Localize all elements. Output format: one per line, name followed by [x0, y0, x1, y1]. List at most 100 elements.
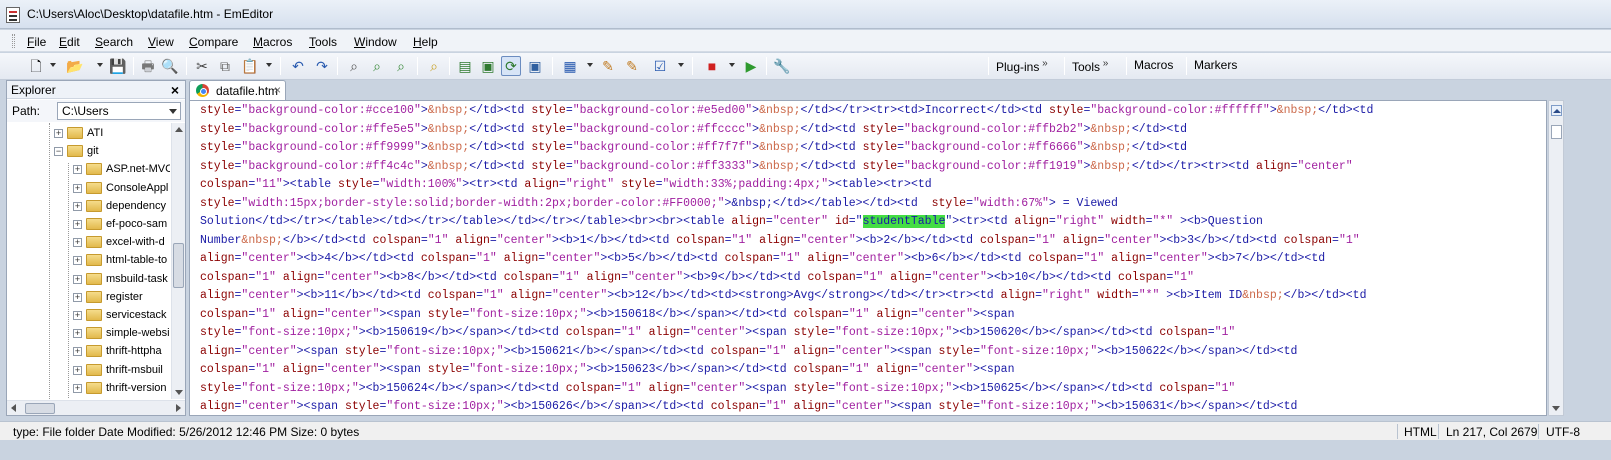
status-mode[interactable]: HTML — [1404, 425, 1437, 439]
chevron-icon[interactable]: » — [1100, 58, 1109, 69]
tree-item[interactable]: + ASP.net-MVC — [7, 161, 170, 179]
scroll-down-icon[interactable] — [1552, 406, 1560, 411]
expand-icon[interactable]: + — [73, 256, 82, 266]
menu-macros[interactable]: Macros — [253, 35, 292, 49]
tree-horizontal-scrollbar[interactable] — [7, 400, 185, 415]
highlight-icon[interactable]: ⌕ — [424, 56, 444, 76]
refresh-icon[interactable]: ⟳ — [501, 56, 521, 76]
close-icon[interactable]: × — [171, 82, 179, 98]
tools-toolbar-label[interactable]: Tools » — [1072, 58, 1108, 74]
menu-compare[interactable]: Compare — [189, 35, 238, 49]
expand-icon[interactable]: + — [73, 274, 82, 284]
new-dropdown-icon[interactable] — [50, 63, 56, 67]
record-dropdown-icon[interactable] — [729, 63, 735, 67]
tree-item[interactable]: + thrift-msbuil — [7, 362, 170, 380]
macros-toolbar-label[interactable]: Macros — [1134, 58, 1173, 72]
code-line[interactable]: colspan="1" align="center"><b>8</b></td>… — [200, 269, 1373, 288]
code-line[interactable]: style="font-size:10px;"><b>150624</b></s… — [200, 380, 1373, 399]
expand-icon[interactable]: + — [73, 183, 82, 193]
print-icon[interactable]: 🖶 — [138, 56, 158, 76]
stop-record-icon[interactable]: ■ — [702, 56, 722, 76]
tree-item[interactable]: + msbuild-task — [7, 271, 170, 289]
expand-icon[interactable]: + — [73, 220, 82, 229]
split-window-icon[interactable]: ▤ — [455, 56, 475, 76]
tree-item[interactable]: + ConsoleAppl — [7, 180, 170, 198]
path-select[interactable]: C:\Users — [57, 102, 181, 120]
tab-datafile[interactable]: datafile.htm × — [189, 80, 286, 100]
sync-scroll-icon[interactable]: ▣ — [525, 56, 545, 76]
editor-vertical-scrollbar[interactable] — [1548, 100, 1564, 416]
find-prev-icon[interactable]: ⌕ — [391, 56, 411, 76]
code-line[interactable]: align="center"><b>11</b></td><td colspan… — [200, 287, 1373, 306]
menu-grip[interactable] — [12, 34, 15, 48]
macro-menu-icon[interactable]: ▦ — [560, 56, 580, 76]
expand-icon[interactable]: + — [54, 129, 63, 138]
menu-search[interactable]: Search — [95, 35, 133, 49]
scroll-thumb[interactable] — [173, 243, 184, 288]
code-line[interactable]: Number&nbsp;</b></td><td colspan="1" ali… — [200, 232, 1373, 251]
code-line[interactable]: style="background-color:#cce100">&nbsp;<… — [200, 102, 1373, 121]
menu-file[interactable]: File — [27, 35, 46, 49]
expand-icon[interactable]: + — [73, 329, 82, 339]
scroll-thumb[interactable] — [25, 403, 55, 414]
code-line[interactable]: style="background-color:#ff4c4c">&nbsp;<… — [200, 158, 1373, 177]
tree-item[interactable]: + thrift-httpha — [7, 343, 170, 361]
tree-item[interactable]: + excel-with-d — [7, 234, 170, 252]
menu-help[interactable]: Help — [413, 35, 438, 49]
copy-icon[interactable]: ⧉ — [215, 56, 235, 76]
tree-item[interactable]: + ef-poco-sam — [7, 216, 170, 234]
chevron-down-icon[interactable] — [169, 109, 177, 114]
undo-icon[interactable]: ↶ — [288, 56, 308, 76]
expand-icon[interactable]: + — [73, 347, 82, 357]
tree-item[interactable]: + ATI — [7, 125, 170, 143]
scroll-left-icon[interactable] — [11, 404, 16, 412]
code-line[interactable]: style="width:15px;border-style:solid;bor… — [200, 195, 1373, 214]
markers-toolbar-label[interactable]: Markers — [1194, 58, 1237, 72]
code-line[interactable]: style="background-color:#ffe5e5">&nbsp;<… — [200, 121, 1373, 140]
paste-dropdown-icon[interactable] — [266, 63, 272, 67]
status-encoding[interactable]: UTF-8 — [1546, 425, 1580, 439]
code-line[interactable]: colspan="11"><table style="width:100%"><… — [200, 176, 1373, 195]
code-line[interactable]: align="center"><span style="font-size:10… — [200, 398, 1373, 415]
code-text[interactable]: style="background-color:#cce100">&nbsp;<… — [200, 102, 1373, 415]
scroll-right-icon[interactable] — [176, 404, 181, 412]
tree-item[interactable]: + register — [7, 289, 170, 307]
run-macro-icon[interactable]: ▶ — [741, 56, 761, 76]
expand-icon[interactable]: + — [73, 165, 82, 175]
code-line[interactable]: style="font-size:10px;"><b>150619</b></s… — [200, 324, 1373, 343]
expand-icon[interactable]: + — [73, 365, 82, 375]
open-icon[interactable]: 📂 — [65, 56, 85, 76]
code-line[interactable]: align="center"><span style="font-size:10… — [200, 343, 1373, 362]
tree-item[interactable]: + servicestack — [7, 307, 170, 325]
tree-item[interactable]: + simple-websi — [7, 325, 170, 343]
expand-icon[interactable]: + — [73, 383, 82, 393]
expand-icon[interactable]: + — [73, 238, 82, 248]
tree-vertical-scrollbar[interactable] — [171, 123, 185, 399]
menu-view[interactable]: View — [148, 35, 174, 49]
tree-item[interactable]: + thrift-version — [7, 380, 170, 398]
plugins-toolbar-label[interactable]: Plug-ins » — [996, 58, 1048, 74]
paste-icon[interactable]: 📋 — [240, 56, 260, 76]
emeditor-app-icon[interactable] — [6, 7, 20, 23]
close-tab-icon[interactable]: × — [274, 83, 281, 97]
chevron-icon[interactable]: » — [1039, 58, 1048, 69]
open-dropdown-icon[interactable] — [97, 63, 103, 67]
expand-icon[interactable]: + — [73, 201, 82, 211]
scroll-down-icon[interactable] — [175, 390, 183, 395]
tree-item[interactable]: + html-table-to — [7, 252, 170, 270]
status-position[interactable]: Ln 217, Col 2679 — [1446, 425, 1537, 439]
customize-icon[interactable]: ✎ — [622, 56, 642, 76]
code-line[interactable]: Solution</td></tr></table></td></tr></ta… — [200, 213, 1373, 232]
code-line[interactable]: colspan="1" align="center"><span style="… — [200, 361, 1373, 380]
scroll-up-icon[interactable] — [175, 127, 183, 132]
tools-menu-icon[interactable]: ☑ — [650, 56, 670, 76]
macro-dropdown-icon[interactable] — [587, 63, 593, 67]
code-line[interactable]: align="center"><b>4</b></td><td colspan=… — [200, 250, 1373, 269]
tree-item[interactable]: +git old — [7, 398, 170, 399]
expand-icon[interactable]: + — [73, 292, 82, 302]
collapse-icon[interactable]: − — [54, 147, 63, 157]
code-line[interactable]: colspan="1" align="center"><span style="… — [200, 306, 1373, 325]
code-line[interactable]: style="background-color:#ff9999">&nbsp;<… — [200, 139, 1373, 158]
tree-item[interactable]: + dependency — [7, 198, 170, 216]
wrap-icon[interactable]: ▣ — [478, 56, 498, 76]
